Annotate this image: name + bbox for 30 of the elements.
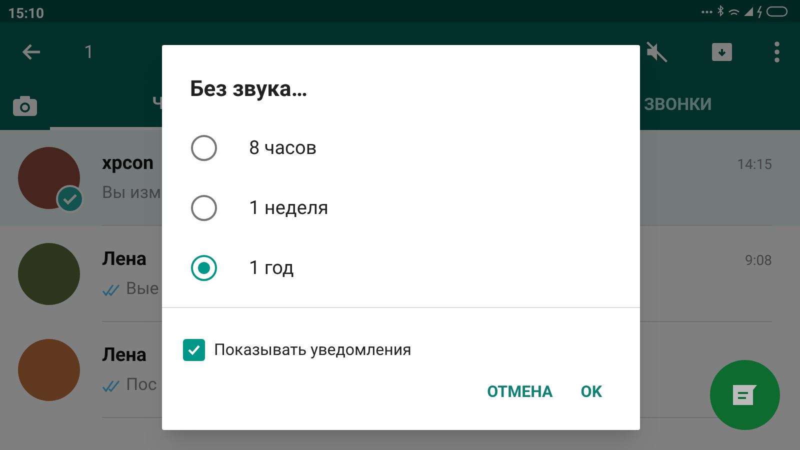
more-icon[interactable] (774, 41, 780, 63)
checkbox-option[interactable]: Показывать уведомления (162, 308, 640, 362)
selected-count: 1 (84, 40, 94, 64)
battery-icon (766, 6, 788, 17)
radio-button[interactable] (191, 255, 217, 281)
camera-icon[interactable] (12, 95, 38, 117)
archive-icon[interactable] (710, 40, 734, 64)
contact-name: Лена (102, 246, 147, 272)
dialog-title: Без звука… (189, 76, 309, 104)
contact-name: xpcon (102, 150, 154, 176)
chat-icon (731, 383, 759, 407)
message-preview: Пос (126, 374, 157, 397)
contact-name: Лена (102, 342, 147, 368)
dialog-button[interactable]: ОТМЕНА (479, 372, 561, 412)
charging-icon (757, 6, 762, 18)
bluetooth-icon (717, 5, 724, 18)
message-time: 9:08 (745, 252, 772, 270)
radio-option[interactable]: 1 неделя (162, 178, 640, 238)
check-badge-icon (56, 185, 84, 213)
mute-icon[interactable] (644, 39, 670, 65)
radio-option[interactable]: 1 год (162, 238, 640, 298)
wifi-icon (728, 8, 740, 16)
more-dots-icon (701, 10, 713, 14)
signal-icon (744, 7, 753, 16)
radio-button[interactable] (191, 135, 217, 161)
dialog-button[interactable]: OK (572, 372, 610, 412)
radio-button[interactable] (191, 195, 217, 221)
checkbox[interactable] (183, 339, 205, 361)
clock: 15:10 (8, 5, 44, 24)
message-preview: Вые (126, 278, 159, 301)
